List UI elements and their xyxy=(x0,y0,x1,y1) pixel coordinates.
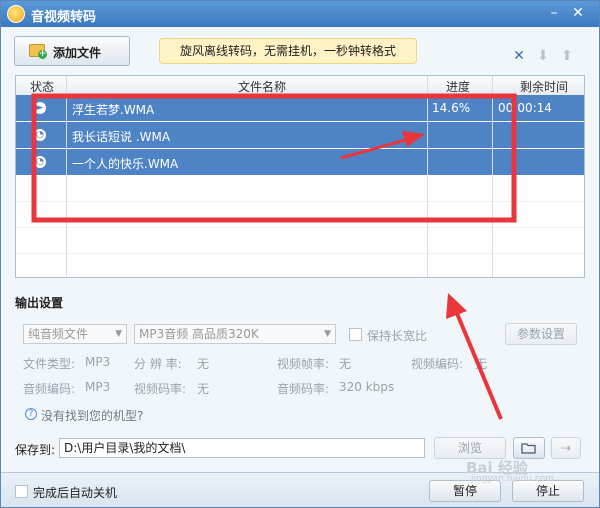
output-settings-title: 输出设置 xyxy=(15,296,64,310)
toolbar: + 添加文件 旋风离线转码，无需挂机，一秒钟转格式 ✕ ⬇ ⬆ xyxy=(1,27,599,73)
format-select-value: 纯音频文件 xyxy=(28,327,89,341)
video-fps-value: 无 xyxy=(339,357,352,371)
save-path-input[interactable]: D:\用户目录\我的文档\ xyxy=(59,438,425,458)
move-down-icon[interactable]: ⬇ xyxy=(535,48,551,64)
empty-row xyxy=(16,202,584,228)
table-row[interactable]: ► 浮生若梦.WMA 14.6% 00:00:14 xyxy=(16,95,584,121)
auto-shutdown-checkbox[interactable] xyxy=(15,485,28,498)
annotation-arrowhead xyxy=(446,293,467,319)
audio-bitrate-value: 320 kbps xyxy=(339,380,395,394)
column-divider xyxy=(66,76,67,277)
export-button[interactable]: ⇢ xyxy=(551,437,581,459)
watermark-url: jingyan.baidu.com xyxy=(471,474,555,484)
add-file-label: 添加文件 xyxy=(53,46,102,60)
column-header-status[interactable]: 状态 xyxy=(30,78,54,95)
open-folder-icon xyxy=(521,443,536,454)
keep-ratio-label: 保持长宽比 xyxy=(367,329,428,343)
column-header-progress[interactable]: 进度 xyxy=(446,78,470,95)
question-icon: ? xyxy=(25,408,37,420)
params-button[interactable]: 参数设置 xyxy=(505,323,577,345)
column-divider xyxy=(492,76,493,277)
waiting-icon: ◔ xyxy=(34,129,46,141)
playing-icon: ► xyxy=(34,102,46,114)
app-icon xyxy=(7,5,25,23)
column-header-remaining[interactable]: 剩余时间 xyxy=(520,78,568,95)
format-select[interactable]: 纯音频文件 ▼ xyxy=(23,324,127,344)
title-bar[interactable]: 音视频转码 – ✕ xyxy=(1,1,599,27)
minimize-icon[interactable]: – xyxy=(543,4,565,22)
video-codec-label: 视频编码: xyxy=(411,357,464,371)
video-fps-label: 视频帧率: xyxy=(277,357,330,371)
browse-button[interactable]: 浏览 xyxy=(434,437,506,459)
video-bitrate-label: 视频码率: xyxy=(134,382,187,396)
file-type-label: 文件类型: xyxy=(23,357,76,371)
transcode-window: 音视频转码 – ✕ + 添加文件 旋风离线转码，无需挂机，一秒钟转格式 ✕ ⬇ … xyxy=(0,0,600,508)
window-title: 音视频转码 xyxy=(31,10,97,25)
audio-bitrate-label: 音频码率: xyxy=(277,382,330,396)
file-type-value: MP3 xyxy=(85,355,111,369)
audio-codec-value: MP3 xyxy=(85,380,111,394)
chevron-down-icon: ▼ xyxy=(115,329,122,339)
file-remaining: 00:00:14 xyxy=(498,101,552,115)
table-row[interactable]: ◔ 我长话短说 .WMA xyxy=(16,122,584,148)
open-folder-button[interactable] xyxy=(513,437,545,459)
empty-row xyxy=(16,228,584,254)
plus-icon: + xyxy=(38,49,47,59)
device-help-link[interactable]: 没有找到您的机型? xyxy=(41,407,143,424)
quality-select-value: MP3音频 高品质320K xyxy=(139,327,259,341)
keep-ratio-checkbox[interactable] xyxy=(349,328,362,341)
file-name: 一个人的快乐.WMA xyxy=(72,157,179,171)
delete-icon[interactable]: ✕ xyxy=(511,48,527,64)
file-progress: 14.6% xyxy=(432,101,471,115)
add-file-button[interactable]: + 添加文件 xyxy=(14,36,130,66)
resolution-label: 分 辨 率: xyxy=(134,357,182,371)
video-codec-value: 无 xyxy=(475,357,488,371)
empty-row xyxy=(16,176,584,202)
table-header: 状态 文件名称 进度 剩余时间 xyxy=(16,76,584,96)
table-row[interactable]: ◔ 一个人的快乐.WMA xyxy=(16,149,584,175)
file-name: 浮生若梦.WMA xyxy=(72,103,155,117)
column-header-filename[interactable]: 文件名称 xyxy=(238,78,286,95)
video-bitrate-value: 无 xyxy=(197,382,210,396)
audio-codec-label: 音频编码: xyxy=(23,382,76,396)
waiting-icon: ◔ xyxy=(34,156,46,168)
file-name: 我长话短说 .WMA xyxy=(72,130,171,144)
promo-banner[interactable]: 旋风离线转码，无需挂机，一秒钟转格式 xyxy=(159,38,417,64)
chevron-down-icon: ▼ xyxy=(324,329,331,339)
quality-select[interactable]: MP3音频 高品质320K ▼ xyxy=(134,324,336,344)
resolution-value: 无 xyxy=(197,357,210,371)
file-table: 状态 文件名称 进度 剩余时间 ► 浮生若梦.WMA 14.6% 00:00:1… xyxy=(15,75,585,278)
auto-shutdown-label: 完成后自动关机 xyxy=(33,486,118,500)
save-to-label: 保存到: xyxy=(15,443,56,457)
close-icon[interactable]: ✕ xyxy=(567,4,589,22)
export-icon: ⇢ xyxy=(560,441,572,455)
column-divider xyxy=(427,76,428,277)
move-up-icon[interactable]: ⬆ xyxy=(559,48,575,64)
